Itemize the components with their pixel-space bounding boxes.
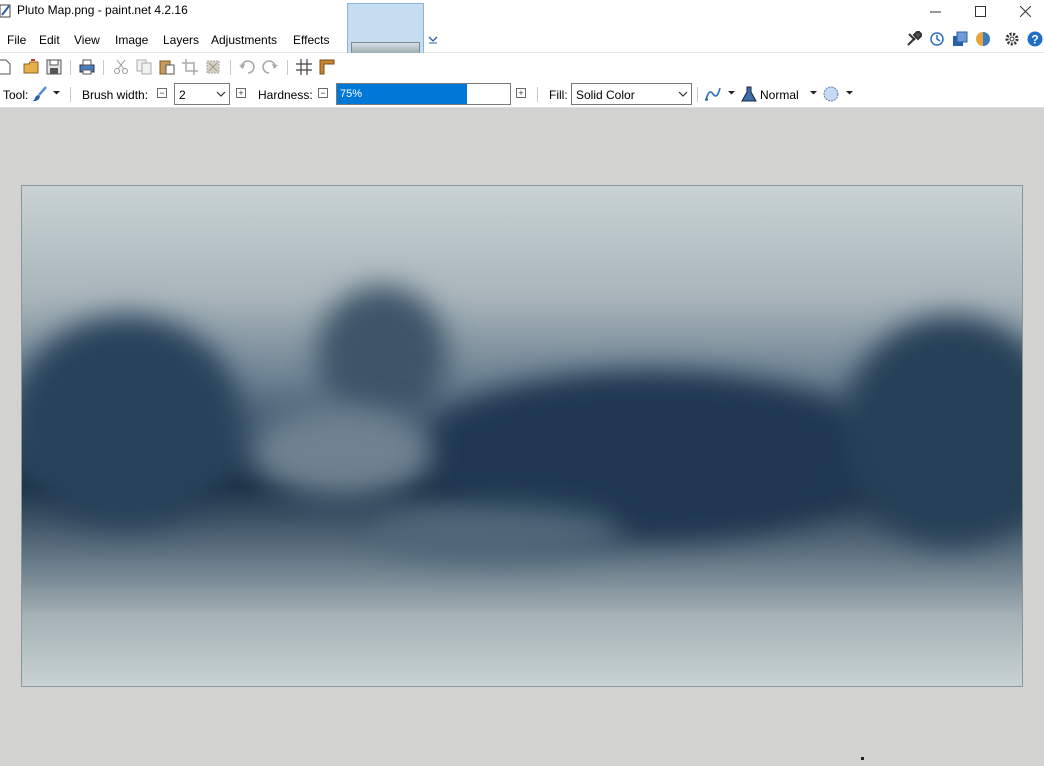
- antialiasing-dropdown-arrow[interactable]: [727, 88, 736, 97]
- toolbar-separator: [697, 87, 698, 102]
- fill-combo[interactable]: Solid Color: [571, 83, 692, 105]
- hardness-slider[interactable]: 75%: [336, 83, 511, 105]
- hardness-increase-button[interactable]: +: [516, 88, 526, 98]
- layers-icon[interactable]: [952, 31, 968, 47]
- map-region: [842, 316, 1022, 546]
- map-region: [252, 406, 432, 496]
- svg-text:?: ?: [1031, 33, 1038, 47]
- window-title: Pluto Map.png - paint.net 4.2.16: [17, 3, 188, 17]
- toolbar-separator: [70, 87, 71, 102]
- brush-width-value: 2: [179, 88, 186, 102]
- menu-file[interactable]: File: [7, 33, 26, 47]
- minimize-icon: [929, 11, 941, 12]
- paintnet-app-icon[interactable]: [0, 3, 12, 19]
- crop-icon[interactable]: [182, 59, 198, 75]
- maximize-button[interactable]: [957, 0, 1003, 22]
- title-bar: Pluto Map.png - paint.net 4.2.16: [0, 0, 1044, 24]
- alpha-blending-icon[interactable]: [823, 86, 839, 102]
- close-button[interactable]: [1002, 0, 1044, 22]
- map-region: [22, 316, 242, 526]
- hardness-label: Hardness:: [258, 88, 313, 102]
- blend-mode-icon[interactable]: [741, 86, 757, 102]
- menu-layers[interactable]: Layers: [163, 33, 199, 47]
- menu-bar: File Edit View Image Layers Adjustments …: [0, 24, 1044, 53]
- image-canvas[interactable]: [21, 185, 1023, 687]
- print-icon[interactable]: [79, 59, 95, 75]
- save-icon[interactable]: [46, 59, 62, 75]
- menu-effects[interactable]: Effects: [293, 33, 329, 47]
- chevron-down-icon: [678, 91, 688, 97]
- brush-width-combo[interactable]: 2: [174, 83, 230, 105]
- ruler-icon[interactable]: [319, 59, 335, 75]
- antialiasing-icon[interactable]: [705, 86, 721, 102]
- alpha-dropdown-arrow[interactable]: [845, 88, 854, 97]
- cut-icon[interactable]: [113, 59, 129, 75]
- redo-icon[interactable]: [262, 59, 278, 75]
- map-region: [317, 286, 447, 426]
- hardness-decrease-button[interactable]: −: [318, 88, 328, 98]
- brush-width-decrease-button[interactable]: −: [157, 88, 167, 98]
- toolbar-separator: [287, 60, 288, 75]
- blend-mode-value[interactable]: Normal: [760, 88, 799, 102]
- fill-label: Fill:: [549, 88, 568, 102]
- maximize-icon: [974, 5, 986, 17]
- toolbar-separator: [230, 60, 231, 75]
- hardness-value: 75%: [340, 88, 363, 100]
- help-icon[interactable]: ?: [1027, 31, 1043, 47]
- menu-adjustments[interactable]: Adjustments: [211, 33, 277, 47]
- paintbrush-icon[interactable]: [32, 86, 48, 102]
- new-icon[interactable]: [0, 59, 12, 75]
- menu-view[interactable]: View: [74, 33, 100, 47]
- toolbar-separator: [70, 60, 71, 75]
- grid-icon[interactable]: [296, 59, 312, 75]
- tool-options-bar: Tool: Brush width: − 2 + Hardness: − 75%…: [0, 82, 1044, 108]
- open-icon[interactable]: [23, 59, 39, 75]
- tool-label: Tool:: [3, 88, 29, 102]
- settings-icon[interactable]: [1004, 31, 1020, 47]
- fill-value: Solid Color: [576, 88, 635, 102]
- deselect-icon[interactable]: [205, 59, 221, 75]
- chevron-down-icon: [216, 91, 226, 97]
- undo-icon[interactable]: [239, 59, 255, 75]
- toolbar-separator: [103, 60, 104, 75]
- brush-width-increase-button[interactable]: +: [236, 88, 246, 98]
- mouse-cursor: [861, 757, 864, 760]
- close-icon: [1019, 5, 1031, 17]
- map-region: [372, 506, 622, 561]
- menu-image[interactable]: Image: [115, 33, 148, 47]
- toolbar-separator: [537, 87, 538, 102]
- chevron-down-icon[interactable]: [428, 33, 438, 45]
- history-icon[interactable]: [929, 31, 945, 47]
- brush-width-label: Brush width:: [82, 88, 149, 102]
- menu-edit[interactable]: Edit: [39, 33, 60, 47]
- tools-icon[interactable]: [906, 31, 922, 47]
- main-toolbar: [0, 53, 1044, 82]
- blend-mode-dropdown-arrow[interactable]: [809, 88, 818, 97]
- colors-icon[interactable]: [975, 31, 991, 47]
- paste-icon[interactable]: [159, 59, 175, 75]
- copy-icon[interactable]: [136, 59, 152, 75]
- minimize-button[interactable]: [912, 0, 958, 22]
- tool-dropdown-arrow[interactable]: [52, 88, 61, 97]
